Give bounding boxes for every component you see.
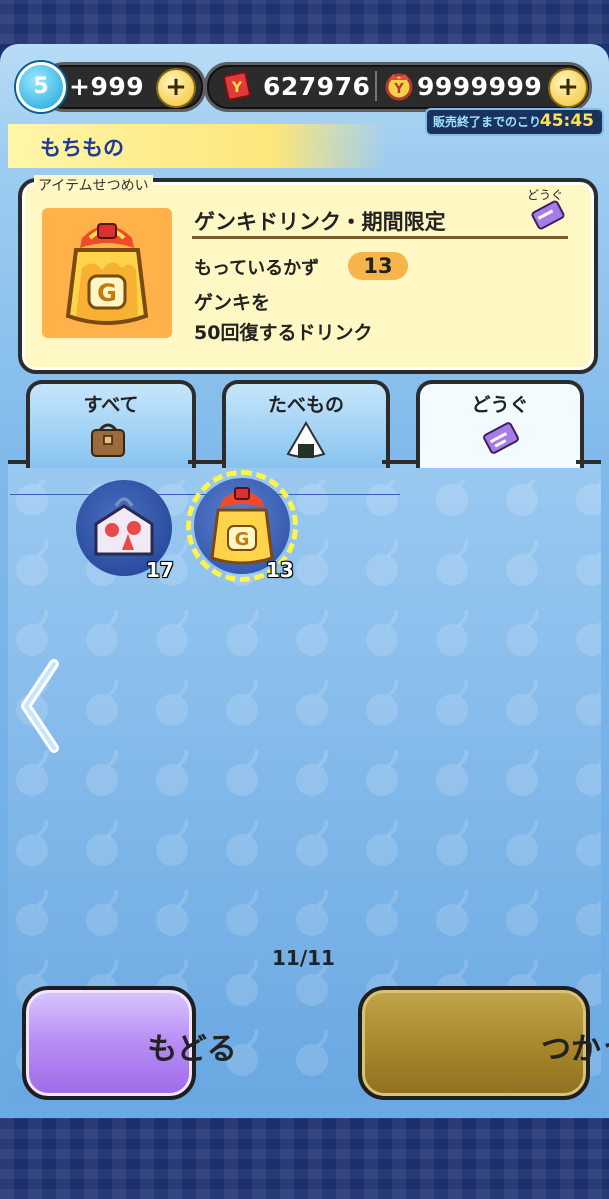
item-count-charm: 17 [146,558,174,582]
previous-page-arrow-icon[interactable] [14,656,64,756]
have-count-label: もっているかず [194,258,320,279]
page-indicator: 11/11 [272,946,335,970]
tab-tools[interactable]: どうぐ [416,380,584,468]
currency-divider [375,71,377,101]
tab-baseline-mid2 [382,460,416,464]
plus-icon: + [557,72,579,102]
bottom-background [0,1118,609,1199]
back-button-label: もどる [147,1032,237,1067]
page-title: もちもの [40,136,124,160]
selected-item-image-frame: G [42,208,172,338]
tab-food[interactable]: たべもの [222,380,390,468]
item-description-line-2: 50回復するドリンク [194,322,373,344]
back-button[interactable]: もどる [22,986,237,1100]
currency-pill: Y 627976 Y 9999999 [204,62,592,112]
stamina-level: 5 [33,74,49,99]
item-description-label: アイテムせつめい [34,175,153,195]
tab-all[interactable]: すべて [26,380,196,468]
stamina-value: +999 [69,72,145,101]
svg-text:Y: Y [231,80,243,96]
sale-timer-value: 45:45 [539,111,594,131]
genki-drink-icon: G [65,223,149,325]
use-button-label: つかう [541,1032,609,1067]
ticket-currency-icon: Y [223,71,251,101]
stamina-level-badge: 5 [16,62,66,112]
add-currency-button[interactable]: + [548,68,588,108]
item-name-underline [192,236,568,239]
item-count-genki-drink: 13 [266,558,294,582]
svg-text:Y: Y [393,82,404,97]
add-stamina-button[interactable]: + [156,68,196,108]
tab-all-label: すべて [83,394,139,416]
item-name: ゲンキドリンク・期間限定 [194,210,446,234]
plus-icon: + [165,72,187,102]
tab-baseline-mid1 [188,460,222,464]
ticket-icon [531,200,565,230]
ticket-value: 627976 [263,72,371,101]
use-button[interactable]: つかう [358,986,609,1100]
coin-value: 9999999 [417,72,543,101]
onigiri-icon [286,421,326,458]
tab-baseline-left [8,460,26,464]
tab-baseline-right [576,460,601,464]
svg-text:G: G [97,279,117,307]
tab-food-label: たべもの [267,394,344,416]
item-description-line-1: ゲンキを [194,292,271,314]
have-count-badge: 13 [348,252,408,280]
ticket-icon [483,422,519,454]
top-background [0,0,609,44]
sale-timer-label: 販売終了までのこり [433,115,542,129]
tab-tools-label: どうぐ [471,394,529,416]
bag-icon [91,423,125,457]
coin-currency-icon: Y [385,73,413,101]
sale-timer-badge: 販売終了までのこり 45:45 [425,108,604,136]
